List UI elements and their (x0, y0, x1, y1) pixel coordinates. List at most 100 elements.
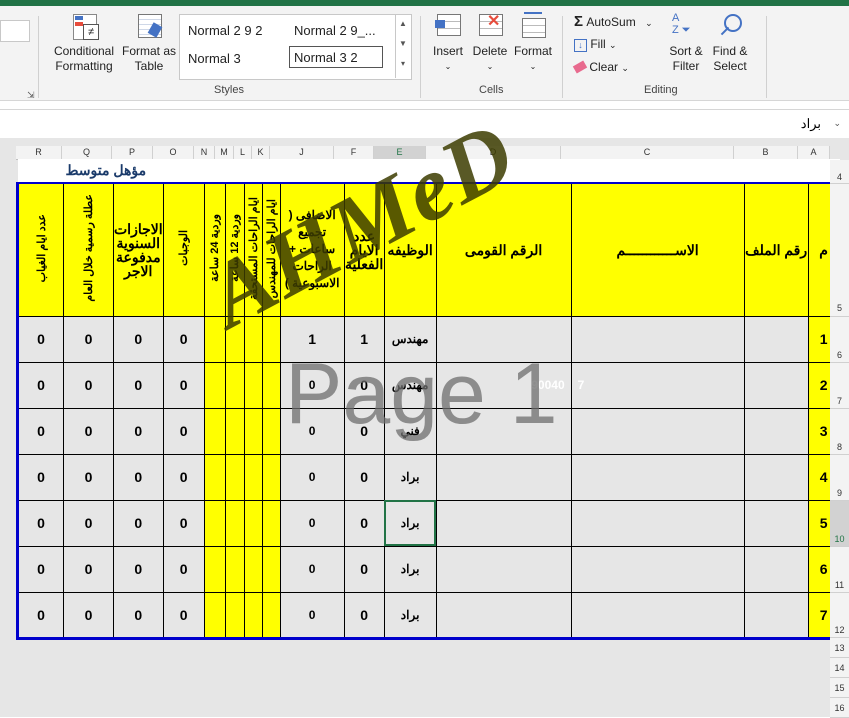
column-header-j[interactable]: J (270, 146, 334, 160)
column-header-b[interactable]: B (734, 146, 798, 160)
column-header-a[interactable]: A (798, 146, 830, 160)
cell-shift24[interactable] (203, 499, 226, 547)
cell-shift12[interactable] (224, 499, 245, 547)
row-header-7[interactable]: 7 (830, 363, 849, 409)
cell-engineer-rest[interactable] (261, 453, 281, 501)
sort-filter-button[interactable]: AZ ⏷ Sort & Filter (664, 12, 708, 74)
cell-shift24[interactable] (203, 315, 226, 363)
expand-formula-bar-icon[interactable]: ⌄ (833, 118, 841, 129)
cell-actual[interactable]: 0 (343, 453, 385, 501)
cell-meals[interactable]: 0 (162, 315, 205, 363)
column-header-k[interactable]: K (252, 146, 270, 160)
cell-holiday[interactable]: 0 (63, 315, 114, 363)
cell-due-rest[interactable] (243, 499, 263, 547)
cell-holiday[interactable]: 0 (63, 545, 114, 593)
cell-meals[interactable]: 0 (162, 591, 205, 640)
cell-extra[interactable]: 0 (279, 591, 345, 640)
row-header-14[interactable]: 14 (830, 658, 849, 678)
cell-absence[interactable]: 0 (16, 407, 64, 455)
find-select-button[interactable]: Find & Select (708, 12, 752, 74)
autosum-button[interactable]: Σ AutoSum ⌄ (574, 13, 653, 30)
header-absence-days[interactable]: عدد ايام الغياب (16, 182, 64, 317)
format-button[interactable]: Format ⌄ (512, 12, 554, 74)
row-header-6[interactable]: 6 (830, 317, 849, 363)
style-normal-3-2[interactable]: Normal 3 2 (289, 46, 383, 68)
row-header-8[interactable]: 8 (830, 409, 849, 455)
row-header-12[interactable]: 12 (830, 593, 849, 638)
column-header-q[interactable]: Q (62, 146, 112, 160)
cell-annual[interactable]: 0 (113, 545, 164, 593)
cell-holiday[interactable]: 0 (63, 361, 114, 409)
cell-annual[interactable]: 0 (113, 499, 164, 547)
cell-engineer-rest[interactable] (261, 499, 281, 547)
row-header-9[interactable]: 9 (830, 455, 849, 501)
row-header-15[interactable]: 15 (830, 678, 849, 698)
cell-due-rest[interactable] (243, 361, 263, 409)
cell-extra[interactable]: 0 (279, 545, 345, 593)
cell-name[interactable] (570, 407, 745, 455)
format-as-table-button[interactable]: Format as Table (120, 12, 178, 74)
cell-meals[interactable]: 0 (162, 407, 205, 455)
row-header-13[interactable]: 13 (830, 638, 849, 658)
cell-holiday[interactable]: 0 (63, 499, 114, 547)
cell-annual[interactable]: 0 (113, 361, 164, 409)
cell-due-rest[interactable] (243, 453, 263, 501)
cell-name[interactable] (570, 499, 745, 547)
cell-annual[interactable]: 0 (113, 591, 164, 640)
cell-absence[interactable]: 0 (16, 499, 64, 547)
cell-meals[interactable]: 0 (162, 453, 205, 501)
cell-shift24[interactable] (203, 591, 226, 640)
cell-meals[interactable]: 0 (162, 361, 205, 409)
cell-shift12[interactable] (224, 407, 245, 455)
column-header-f[interactable]: F (334, 146, 374, 160)
style-normal-2-9-2[interactable]: Normal 2 9 2 (188, 23, 262, 38)
cell-meals[interactable]: 0 (162, 499, 205, 547)
cell-shift24[interactable] (203, 361, 226, 409)
row-header-10[interactable]: 10 (830, 501, 849, 547)
cell-file-no[interactable] (743, 315, 809, 363)
cell-file-no[interactable] (743, 361, 809, 409)
cell-actual[interactable]: 0 (343, 499, 385, 547)
header-official-holiday[interactable]: عطلة رسمية خلال العام (63, 182, 114, 317)
column-header-m[interactable]: M (215, 146, 234, 160)
cell-due-rest[interactable] (243, 545, 263, 593)
cell-job[interactable]: براد (383, 545, 437, 593)
column-header-p[interactable]: P (112, 146, 153, 160)
cell-file-no[interactable] (743, 407, 809, 455)
cell-due-rest[interactable] (243, 407, 263, 455)
insert-button[interactable]: Insert ⌄ (428, 12, 468, 74)
cell-national-id[interactable] (435, 453, 572, 501)
cell-absence[interactable]: 0 (16, 453, 64, 501)
cell-file-no[interactable] (743, 591, 809, 640)
cell-absence[interactable]: 0 (16, 591, 64, 640)
cell-name[interactable] (570, 315, 745, 363)
cell-national-id[interactable] (435, 591, 572, 640)
cell-name[interactable] (570, 545, 745, 593)
cell-shift12[interactable] (224, 545, 245, 593)
column-header-r[interactable]: R (16, 146, 62, 160)
cell-engineer-rest[interactable] (261, 407, 281, 455)
clear-button[interactable]: Clear ⌄ (572, 60, 629, 74)
cell-absence[interactable]: 0 (16, 361, 64, 409)
cell-engineer-rest[interactable] (261, 545, 281, 593)
cell-annual[interactable]: 0 (113, 453, 164, 501)
cell-actual[interactable]: 0 (343, 545, 385, 593)
row-header-5[interactable]: 5 (830, 184, 849, 317)
cell-shift12[interactable] (224, 591, 245, 640)
fill-button[interactable]: ↓ Fill ⌄ (574, 37, 617, 52)
cell-shift12[interactable] (224, 361, 245, 409)
cell-engineer-rest[interactable] (261, 591, 281, 640)
cell-holiday[interactable]: 0 (63, 453, 114, 501)
column-header-o[interactable]: O (153, 146, 194, 160)
cell-annual[interactable]: 0 (113, 407, 164, 455)
cell-holiday[interactable]: 0 (63, 407, 114, 455)
delete-button[interactable]: ✕ Delete ⌄ (470, 12, 510, 74)
row-header-4[interactable]: 4 (830, 160, 849, 184)
column-header-c[interactable]: C (561, 146, 734, 160)
cell-shift24[interactable] (203, 545, 226, 593)
selected-cell-job[interactable]: براد (383, 499, 437, 547)
cell-due-rest[interactable] (243, 591, 263, 640)
row-header-11[interactable]: 11 (830, 547, 849, 593)
style-normal-3[interactable]: Normal 3 (188, 51, 241, 66)
cell-holiday[interactable]: 0 (63, 591, 114, 640)
